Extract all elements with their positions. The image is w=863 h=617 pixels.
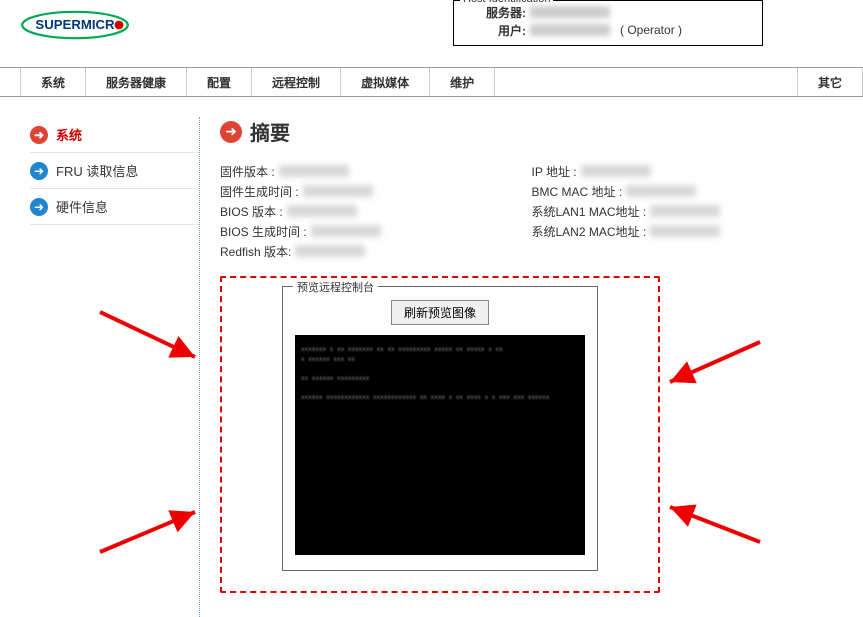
svg-text:SUPERMICR: SUPERMICR — [35, 17, 115, 32]
page-title-row: ➜ 摘要 — [220, 117, 843, 146]
arrow-right-icon: ➜ — [30, 162, 48, 180]
sidebar-item-label: FRU 读取信息 — [56, 161, 138, 180]
host-user-label: 用户: — [460, 22, 530, 39]
firmware-version-label: 固件版本 : — [220, 163, 279, 180]
arrow-right-icon: ➜ — [30, 126, 48, 144]
nav-server-health[interactable]: 服务器健康 — [86, 68, 187, 96]
host-server-value: xxxxx — [530, 6, 610, 18]
bios-build-value: xxxx — [311, 225, 381, 237]
sidebar-item-fru[interactable]: ➜ FRU 读取信息 — [30, 153, 199, 189]
content: ➜ 摘要 固件版本 :xx 固件生成时间 :xxxxx BIOS 版本 :x B… — [200, 117, 863, 617]
arrow-right-icon: ➜ — [30, 198, 48, 216]
firmware-build-value: xxxxx — [303, 185, 373, 197]
sidebar-item-label: 系统 — [56, 125, 82, 144]
sidebar-item-system[interactable]: ➜ 系统 — [30, 117, 199, 153]
ip-address-label: IP 地址 : — [532, 163, 581, 180]
main-nav: 系统 服务器健康 配置 远程控制 虚拟媒体 维护 其它 — [0, 67, 863, 97]
bios-version-value: x — [287, 205, 357, 217]
bios-build-label: BIOS 生成时间 : — [220, 223, 311, 240]
bmc-mac-value: xxxxxxx — [626, 185, 696, 197]
nav-maintenance[interactable]: 维护 — [430, 68, 495, 96]
host-user-role: ( Operator ) — [620, 23, 682, 37]
nav-system[interactable]: 系统 — [20, 68, 86, 96]
preview-legend: 预览远程控制台 — [293, 279, 378, 295]
nav-virtual-media[interactable]: 虚拟媒体 — [341, 68, 430, 96]
remote-console-preview-box: 预览远程控制台 刷新预览图像 xxxxxxx x xx xxxxxxx xx x… — [220, 276, 660, 593]
sidebar-item-hardware[interactable]: ➜ 硬件信息 — [30, 189, 199, 225]
remote-console-fieldset: 预览远程控制台 刷新预览图像 xxxxxxx x xx xxxxxxx xx x… — [282, 286, 598, 571]
host-server-label: 服务器: — [460, 4, 530, 21]
arrow-right-icon: ➜ — [220, 121, 242, 143]
host-user-value: xxxxx — [530, 24, 610, 36]
header: SUPERMICR Host Identification 服务器: xxxxx… — [0, 0, 863, 55]
bios-version-label: BIOS 版本 : — [220, 203, 287, 220]
redfish-version-label: Redfish 版本: — [220, 243, 295, 260]
lan2-mac-label: 系统LAN2 MAC地址 : — [532, 223, 651, 240]
bmc-mac-label: BMC MAC 地址 : — [532, 183, 627, 200]
redfish-version-value: xx — [295, 245, 365, 257]
page-title: 摘要 — [250, 117, 290, 146]
lan1-mac-label: 系统LAN1 MAC地址 : — [532, 203, 651, 220]
nav-remote-control[interactable]: 远程控制 — [252, 68, 341, 96]
annotation-arrow-icon — [660, 337, 770, 400]
refresh-preview-button[interactable]: 刷新预览图像 — [391, 300, 489, 325]
supermicro-logo: SUPERMICR — [20, 5, 130, 48]
ip-address-value: xxxx — [581, 165, 651, 177]
host-identification-box: Host Identification 服务器: xxxxx 用户: xxxxx… — [453, 0, 763, 46]
firmware-build-label: 固件生成时间 : — [220, 183, 303, 200]
nav-other[interactable]: 其它 — [797, 68, 863, 96]
sidebar: ➜ 系统 ➜ FRU 读取信息 ➜ 硬件信息 — [0, 117, 200, 617]
annotation-arrow-icon — [660, 497, 770, 560]
lan2-mac-value: xxxxxx — [650, 225, 720, 237]
nav-config[interactable]: 配置 — [187, 68, 252, 96]
info-grid: 固件版本 :xx 固件生成时间 :xxxxx BIOS 版本 :x BIOS 生… — [220, 161, 843, 261]
firmware-version-value: xx — [279, 165, 349, 177]
lan1-mac-value: xxxxxx — [650, 205, 720, 217]
console-preview-image[interactable]: xxxxxxx x xx xxxxxxx xx xx xxxxxxxxx xxx… — [295, 335, 585, 555]
host-id-legend: Host Identification — [460, 0, 553, 5]
sidebar-item-label: 硬件信息 — [56, 197, 108, 216]
